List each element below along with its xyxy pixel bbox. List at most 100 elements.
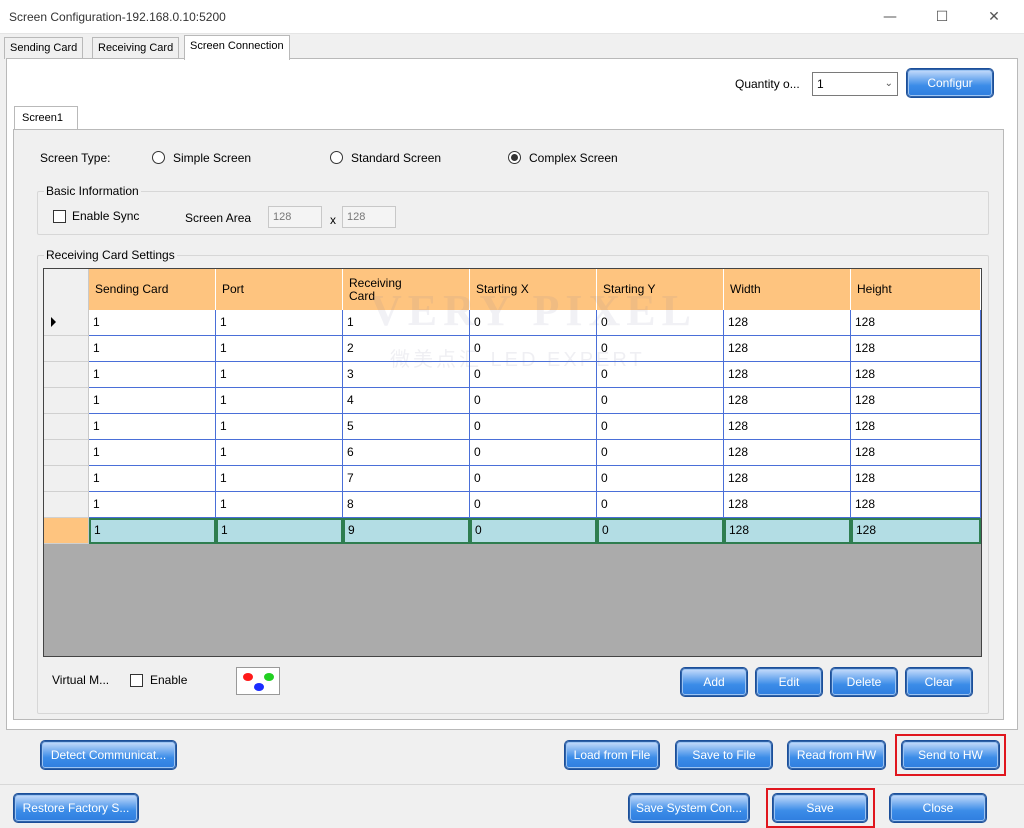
table-cell[interactable]: 1 bbox=[89, 492, 216, 518]
table-cell[interactable]: 128 bbox=[851, 518, 981, 544]
close-icon[interactable]: ✕ bbox=[974, 2, 1014, 32]
row-header[interactable] bbox=[44, 518, 89, 544]
table-cell[interactable]: 0 bbox=[470, 440, 597, 466]
column-header[interactable]: Receiving Card bbox=[343, 269, 470, 310]
row-header[interactable] bbox=[44, 414, 89, 440]
table-cell[interactable]: 6 bbox=[343, 440, 470, 466]
restore-factory-settings-button[interactable]: Restore Factory S... bbox=[14, 794, 138, 822]
virtual-enable-checkbox[interactable] bbox=[130, 674, 143, 687]
edit-button[interactable]: Edit bbox=[756, 668, 822, 696]
table-cell[interactable]: 1 bbox=[216, 388, 343, 414]
table-cell[interactable]: 9 bbox=[343, 518, 470, 544]
table-cell[interactable]: 0 bbox=[597, 518, 724, 544]
table-cell[interactable]: 1 bbox=[216, 414, 343, 440]
table-cell[interactable]: 8 bbox=[343, 492, 470, 518]
table-cell[interactable]: 0 bbox=[470, 388, 597, 414]
row-header[interactable] bbox=[44, 440, 89, 466]
table-cell[interactable]: 1 bbox=[216, 492, 343, 518]
table-cell[interactable]: 1 bbox=[216, 310, 343, 336]
table-cell[interactable]: 0 bbox=[597, 336, 724, 362]
table-cell[interactable]: 5 bbox=[343, 414, 470, 440]
configure-button[interactable]: Configur bbox=[907, 69, 993, 97]
table-cell[interactable]: 128 bbox=[851, 310, 981, 336]
table-cell[interactable]: 1 bbox=[89, 336, 216, 362]
maximize-icon[interactable]: ☐ bbox=[922, 2, 962, 32]
screen-width-field[interactable]: 128 bbox=[268, 206, 322, 228]
table-cell[interactable]: 0 bbox=[470, 362, 597, 388]
receiving-card-grid[interactable]: Sending Card Port Receiving Card Starting X… bbox=[43, 268, 982, 657]
table-cell[interactable]: 1 bbox=[89, 440, 216, 466]
column-header[interactable]: Height bbox=[851, 269, 981, 310]
table-cell[interactable]: 1 bbox=[89, 518, 216, 544]
table-cell[interactable]: 0 bbox=[470, 466, 597, 492]
row-header[interactable] bbox=[44, 362, 89, 388]
column-header[interactable]: Sending Card bbox=[89, 269, 216, 310]
minimize-icon[interactable]: — bbox=[870, 2, 910, 32]
table-cell[interactable]: 1 bbox=[89, 362, 216, 388]
table-cell[interactable]: 128 bbox=[724, 518, 851, 544]
table-cell[interactable]: 128 bbox=[724, 388, 851, 414]
close-button[interactable]: Close bbox=[890, 794, 986, 822]
table-cell[interactable]: 128 bbox=[851, 414, 981, 440]
table-cell[interactable]: 1 bbox=[216, 466, 343, 492]
table-cell[interactable]: 128 bbox=[851, 362, 981, 388]
table-cell[interactable]: 128 bbox=[851, 466, 981, 492]
save-to-file-button[interactable]: Save to File bbox=[676, 741, 772, 769]
save-system-config-button[interactable]: Save System Con... bbox=[629, 794, 749, 822]
column-header[interactable]: Starting X bbox=[470, 269, 597, 310]
screen-height-field[interactable]: 128 bbox=[342, 206, 396, 228]
row-header[interactable] bbox=[44, 388, 89, 414]
clear-button[interactable]: Clear bbox=[906, 668, 972, 696]
table-cell[interactable]: 0 bbox=[597, 362, 724, 388]
table-cell[interactable]: 0 bbox=[470, 310, 597, 336]
table-cell[interactable]: 0 bbox=[470, 336, 597, 362]
read-from-hw-button[interactable]: Read from HW bbox=[788, 741, 885, 769]
table-cell[interactable]: 0 bbox=[597, 310, 724, 336]
enable-sync-checkbox[interactable] bbox=[53, 210, 66, 223]
row-header[interactable] bbox=[44, 466, 89, 492]
table-cell[interactable]: 7 bbox=[343, 466, 470, 492]
table-cell[interactable]: 1 bbox=[216, 362, 343, 388]
table-cell[interactable]: 128 bbox=[724, 310, 851, 336]
table-cell[interactable]: 2 bbox=[343, 336, 470, 362]
table-cell[interactable]: 0 bbox=[470, 414, 597, 440]
radio-simple-screen[interactable] bbox=[152, 151, 165, 164]
column-header[interactable]: Port bbox=[216, 269, 343, 310]
table-cell[interactable]: 1 bbox=[89, 310, 216, 336]
table-cell[interactable]: 128 bbox=[724, 440, 851, 466]
radio-complex-screen[interactable] bbox=[508, 151, 521, 164]
tab-screen-connection[interactable]: Screen Connection bbox=[184, 35, 290, 60]
table-cell[interactable]: 0 bbox=[597, 440, 724, 466]
table-cell[interactable]: 1 bbox=[216, 440, 343, 466]
tab-screen1[interactable]: Screen1 bbox=[14, 106, 78, 130]
table-cell[interactable]: 128 bbox=[724, 362, 851, 388]
table-cell[interactable]: 128 bbox=[851, 336, 981, 362]
add-button[interactable]: Add bbox=[681, 668, 747, 696]
table-cell[interactable]: 128 bbox=[724, 492, 851, 518]
table-cell[interactable]: 1 bbox=[89, 414, 216, 440]
column-header[interactable]: Starting Y bbox=[597, 269, 724, 310]
table-cell[interactable]: 128 bbox=[851, 440, 981, 466]
tab-sending-card[interactable]: Sending Card bbox=[4, 37, 84, 59]
table-cell[interactable]: 0 bbox=[597, 388, 724, 414]
table-cell[interactable]: 128 bbox=[851, 492, 981, 518]
row-header[interactable] bbox=[44, 336, 89, 362]
table-cell[interactable]: 1 bbox=[89, 466, 216, 492]
table-cell[interactable]: 128 bbox=[724, 336, 851, 362]
table-cell[interactable]: 1 bbox=[343, 310, 470, 336]
table-cell[interactable]: 3 bbox=[343, 362, 470, 388]
table-cell[interactable]: 0 bbox=[470, 492, 597, 518]
table-cell[interactable]: 0 bbox=[597, 414, 724, 440]
table-cell[interactable]: 0 bbox=[470, 518, 597, 544]
table-cell[interactable]: 0 bbox=[597, 492, 724, 518]
detect-communication-button[interactable]: Detect Communicat... bbox=[41, 741, 176, 769]
table-cell[interactable]: 0 bbox=[597, 466, 724, 492]
table-cell[interactable]: 1 bbox=[89, 388, 216, 414]
radio-standard-screen[interactable] bbox=[330, 151, 343, 164]
table-cell[interactable]: 1 bbox=[216, 518, 343, 544]
column-header[interactable]: Width bbox=[724, 269, 851, 310]
row-header[interactable] bbox=[44, 492, 89, 518]
tab-receiving-card[interactable]: Receiving Card bbox=[92, 37, 180, 59]
quantity-select[interactable]: 1 ⌄ bbox=[812, 72, 898, 96]
table-cell[interactable]: 128 bbox=[851, 388, 981, 414]
